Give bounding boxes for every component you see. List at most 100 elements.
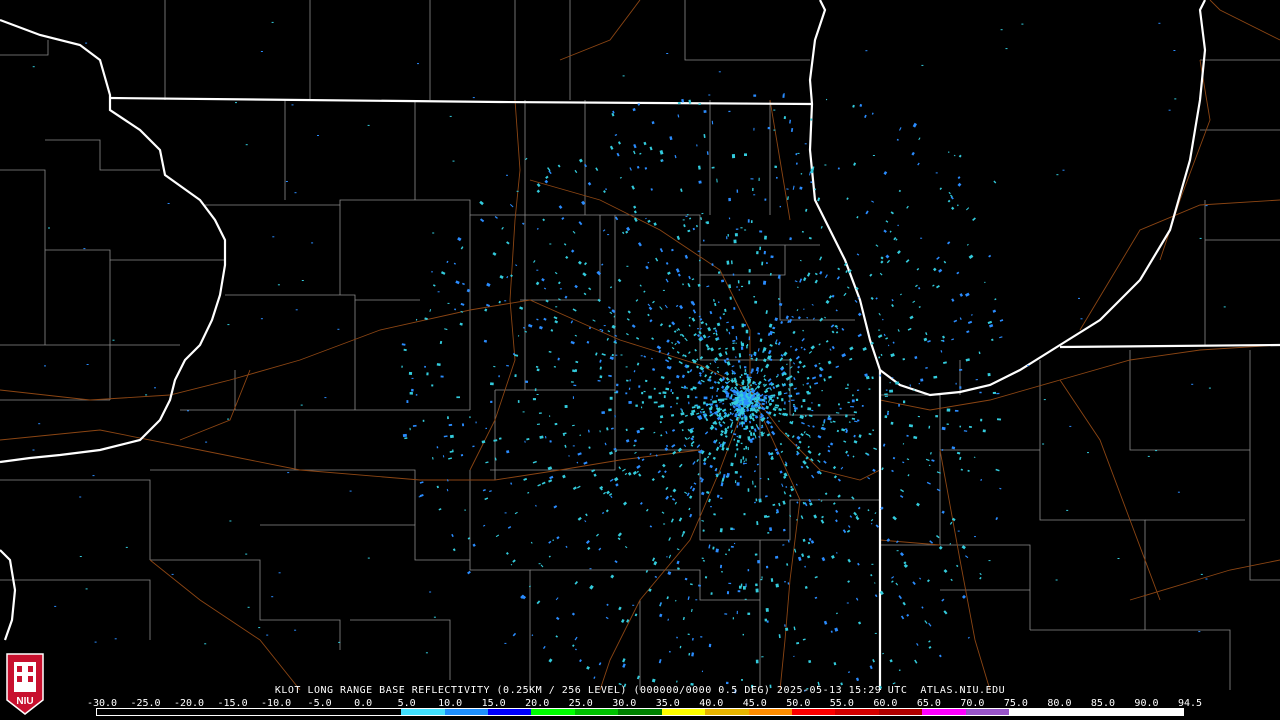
- radar-echo: [710, 506, 712, 508]
- radar-echo: [597, 379, 601, 382]
- radar-echo: [688, 351, 691, 354]
- radar-echo: [447, 416, 449, 420]
- radar-echo: [760, 578, 763, 581]
- radar-echo: [553, 366, 557, 368]
- radar-echo: [462, 282, 465, 286]
- radar-echo: [708, 498, 711, 503]
- radar-echo: [568, 455, 570, 457]
- radar-echo: [793, 626, 796, 631]
- radar-echo: [624, 546, 628, 549]
- radar-echo: [883, 333, 886, 337]
- radar-echo: [735, 356, 737, 359]
- radar-echo: [653, 387, 656, 390]
- radar-echo: [891, 298, 894, 302]
- radar-echo: [676, 680, 678, 683]
- radar-echo: [935, 414, 939, 418]
- radar-echo: [750, 220, 753, 224]
- radar-echo: [460, 302, 465, 306]
- radar-echo: [587, 181, 592, 186]
- radar-echo: [698, 315, 701, 318]
- radar-echo: [768, 527, 773, 532]
- radar-echo: [726, 413, 731, 418]
- radar-echo: [836, 276, 840, 280]
- radar-echo: [534, 388, 537, 392]
- radar-echo: [1080, 318, 1083, 320]
- radar-echo: [338, 641, 341, 643]
- radar-echo: [654, 575, 658, 578]
- radar-echo: [565, 255, 569, 259]
- radar-echo: [718, 442, 721, 444]
- radar-echo: [419, 481, 424, 484]
- radar-echo: [732, 339, 736, 342]
- radar-echo: [869, 665, 873, 670]
- radar-echo: [984, 281, 986, 284]
- radar-echo: [918, 382, 921, 385]
- radar-echo: [773, 413, 777, 417]
- radar-echo: [668, 554, 672, 559]
- radar-echo: [878, 312, 881, 316]
- radar-echo: [536, 227, 539, 230]
- radar-echo: [536, 600, 541, 605]
- radar-echo: [607, 234, 610, 236]
- radar-echo: [482, 488, 486, 492]
- radar-echo: [833, 662, 837, 666]
- radar-echo: [608, 408, 612, 412]
- radar-echo: [633, 205, 637, 209]
- radar-echo: [875, 244, 879, 247]
- radar-echo: [574, 636, 578, 641]
- radar-echo: [591, 469, 596, 473]
- radar-echo: [725, 391, 730, 396]
- radar-echo: [659, 306, 663, 310]
- radar-echo: [889, 230, 892, 233]
- radar-echo: [664, 447, 669, 451]
- radar-echo: [114, 638, 117, 640]
- radar-echo: [676, 567, 680, 570]
- radar-echo: [638, 385, 641, 388]
- radar-echo: [738, 435, 742, 439]
- radar-echo: [708, 94, 711, 96]
- radar-echo: [526, 438, 530, 441]
- radar-echo: [880, 353, 883, 356]
- radar-echo: [792, 330, 796, 335]
- radar-echo: [588, 287, 592, 291]
- radar-echo: [599, 430, 601, 433]
- radar-echo: [795, 392, 800, 395]
- radar-echo: [611, 353, 615, 357]
- radar-echo: [665, 262, 669, 265]
- radar-echo: [726, 260, 730, 265]
- radar-echo: [709, 464, 713, 469]
- radar-echo: [456, 396, 460, 399]
- radar-echo: [682, 219, 685, 221]
- radar-echo: [806, 390, 810, 394]
- radar-echo: [505, 552, 509, 555]
- radar-echo: [761, 402, 765, 406]
- radar-echo: [936, 284, 940, 289]
- radar-echo: [753, 194, 756, 196]
- radar-echo: [260, 318, 263, 320]
- radar-echo: [740, 442, 743, 445]
- radar-echo: [677, 273, 681, 277]
- radar-echo: [728, 582, 732, 585]
- radar-echo: [759, 230, 763, 233]
- radar-echo: [406, 400, 409, 404]
- radar-echo: [444, 328, 448, 331]
- radar-echo: [667, 618, 669, 621]
- radar-echo: [814, 596, 818, 599]
- radar-echo: [701, 670, 704, 673]
- radar-echo: [681, 533, 684, 537]
- radar-echo: [247, 606, 250, 608]
- radar-echo: [687, 282, 691, 288]
- radar-echo: [734, 471, 738, 474]
- radar-echo: [676, 548, 680, 551]
- radar-echo: [724, 398, 728, 400]
- radar-echo: [485, 303, 491, 307]
- radar-echo: [897, 329, 900, 332]
- radar-echo: [886, 259, 891, 264]
- radar-echo: [612, 110, 615, 114]
- radar-echo: [808, 537, 812, 542]
- radar-echo: [538, 412, 542, 414]
- radar-echo: [1208, 387, 1211, 389]
- radar-echo: [713, 400, 717, 404]
- radar-echo: [635, 299, 639, 302]
- radar-echo: [587, 546, 591, 551]
